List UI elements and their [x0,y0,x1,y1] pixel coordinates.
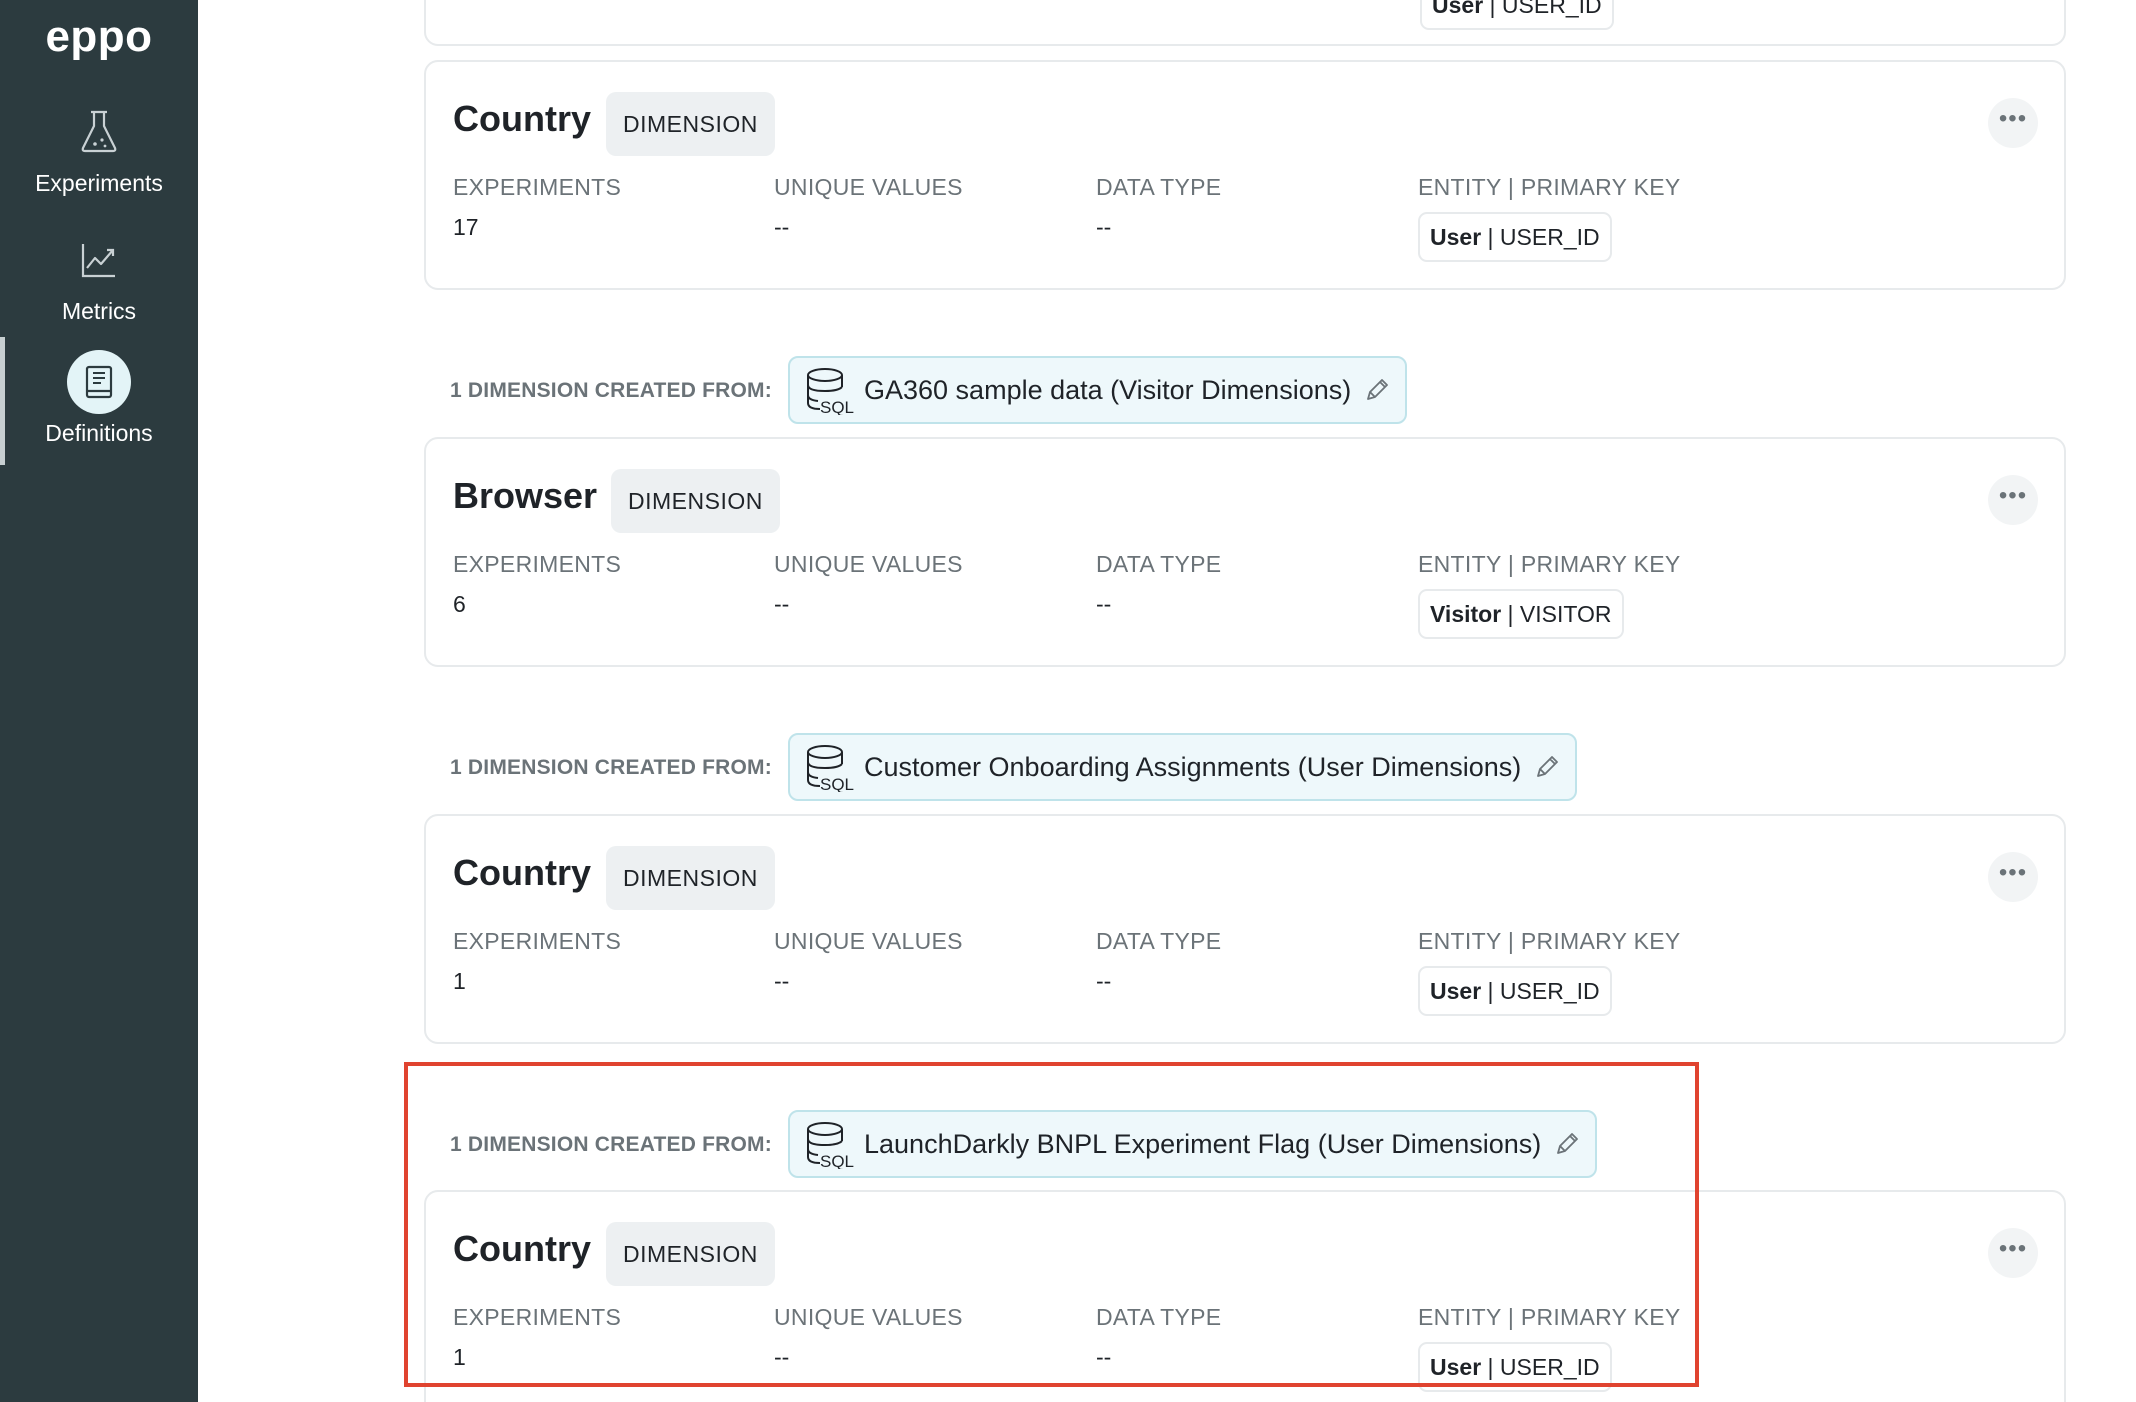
experiments-label: EXPERIMENTS [453,174,622,200]
sidebar-item-label: Metrics [61,298,137,324]
dimension-badge: DIMENSION [611,469,780,533]
dimension-title[interactable]: Country [453,98,591,140]
data-type-value: -- [1096,591,1112,617]
experiments-value: 17 [453,214,479,240]
unique-values-label: UNIQUE VALUES [774,174,963,200]
data-type-label: DATA TYPE [1096,551,1222,577]
entity-primary-key-label: ENTITY | PRIMARY KEY [1418,174,1681,200]
entity-pill: User | USER_ID [1418,212,1612,262]
dimension-badge: DIMENSION [606,92,775,156]
sidebar-item-metrics[interactable]: Metrics [0,228,198,325]
dimension-card[interactable]: Browser DIMENSION ••• EXPERIMENTS UNIQUE… [424,437,2066,667]
chart-line-icon [81,244,115,278]
entity-primary-key-label: ENTITY | PRIMARY KEY [1418,551,1681,577]
source-name: GA360 sample data (Visitor Dimensions) [864,374,1352,405]
svg-text:SQL: SQL [820,398,854,415]
more-options-button[interactable]: ••• [1988,852,2038,902]
pencil-edit-icon[interactable] [1363,376,1391,404]
app-logo[interactable]: eppo [0,12,198,62]
sql-database-icon: SQL [807,368,854,415]
data-type-value: -- [1096,968,1112,994]
sidebar-item-label: Definitions [45,420,153,446]
unique-values-value: -- [774,968,790,994]
entity-primary-key-label: ENTITY | PRIMARY KEY [1418,928,1681,954]
dimension-title[interactable]: Country [453,852,591,894]
book-icon [67,350,131,414]
entity-pill: User | USER_ID [1418,966,1612,1016]
sql-database-icon: SQL [807,745,854,792]
pencil-edit-icon[interactable] [1533,753,1561,781]
source-name: Customer Onboarding Assignments (User Di… [864,751,1522,782]
sidebar-item-experiments[interactable]: Experiments [0,100,198,197]
dimension-card[interactable]: Country DIMENSION ••• EXPERIMENTS UNIQUE… [424,814,2066,1044]
source-chip[interactable]: SQL GA360 sample data (Visitor Dimension… [788,356,1408,424]
svg-text:SQL: SQL [820,775,854,792]
experiments-label: EXPERIMENTS [453,928,622,954]
dimension-title[interactable]: Browser [453,475,597,517]
dimension-card-partial: User | USER_ID [424,0,2066,46]
experiments-value: 1 [453,968,466,994]
data-type-value: -- [1096,214,1112,240]
sidebar-item-definitions[interactable]: Definitions [0,350,198,447]
section-label: 1 DIMENSION CREATED FROM: [450,379,772,402]
unique-values-label: UNIQUE VALUES [774,551,963,577]
unique-values-label: UNIQUE VALUES [774,928,963,954]
sidebar: eppo Experiments Metrics Definitions [0,0,198,1402]
source-chip[interactable]: SQL Customer Onboarding Assignments (Use… [788,733,1578,801]
unique-values-value: -- [774,591,790,617]
data-type-label: DATA TYPE [1096,928,1222,954]
more-options-button[interactable]: ••• [1988,98,2038,148]
experiments-value: 6 [453,591,466,617]
section-label: 1 DIMENSION CREATED FROM: [450,756,772,779]
more-options-button[interactable]: ••• [1988,1228,2038,1278]
dimension-badge: DIMENSION [606,846,775,910]
data-type-label: DATA TYPE [1096,174,1222,200]
sidebar-item-label: Experiments [35,170,163,196]
experiments-label: EXPERIMENTS [453,551,622,577]
entity-pill: Visitor | VISITOR [1418,589,1624,639]
dimension-card[interactable]: Country DIMENSION ••• EXPERIMENTS UNIQUE… [424,60,2066,290]
entity-pill: User | USER_ID [1420,0,1614,30]
more-options-button[interactable]: ••• [1988,475,2038,525]
flask-icon [81,110,117,153]
unique-values-value: -- [774,214,790,240]
highlight-annotation-box [404,1062,1699,1387]
